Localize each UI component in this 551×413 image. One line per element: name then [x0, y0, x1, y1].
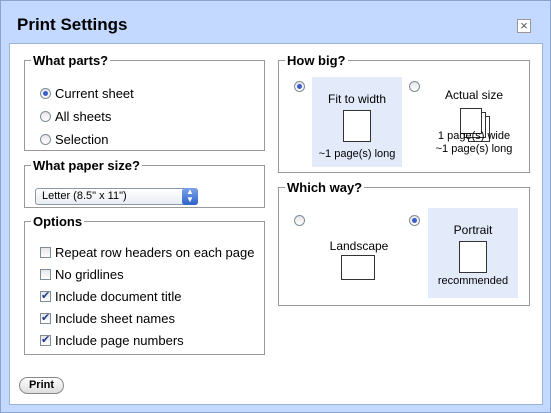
paper-size-select[interactable]: Letter (8.5" x 11") ▲ ▼ — [35, 188, 198, 205]
checkbox-include-page-numbers[interactable]: ✔ Include page numbers — [40, 333, 184, 348]
radio-button-icon[interactable] — [40, 88, 51, 99]
print-button[interactable]: Print — [19, 377, 64, 394]
checkbox-include-document-title[interactable]: ✔ Include document title — [40, 289, 181, 304]
checkbox-include-sheet-names[interactable]: ✔ Include sheet names — [40, 311, 175, 326]
checkbox-label: Include sheet names — [55, 311, 175, 326]
radio-all-sheets[interactable]: All sheets — [40, 109, 111, 124]
radio-label: All sheets — [55, 109, 112, 124]
actual-size-title: Actual size — [444, 88, 504, 102]
radio-selection[interactable]: Selection — [40, 132, 108, 147]
radio-label: Current sheet — [55, 86, 134, 101]
checkbox-label: No gridlines — [55, 267, 124, 282]
chevron-updown-icon[interactable]: ▲ ▼ — [182, 188, 198, 205]
radio-label: Selection — [55, 132, 109, 147]
radio-landscape[interactable] — [294, 215, 305, 226]
portrait-caption: recommended — [437, 275, 509, 287]
portrait-option[interactable]: Portrait recommended — [428, 208, 518, 298]
portrait-title: Portrait — [453, 223, 493, 237]
paper-size-group: What paper size? Letter (8.5" x 11") ▲ ▼ — [24, 158, 265, 208]
dialog-body: What parts? Current sheet All sheets Sel… — [9, 43, 543, 405]
fit-to-width-caption: ~1 page(s) long — [318, 148, 396, 160]
landscape-title: Landscape — [329, 239, 389, 253]
checkbox-label: Include page numbers — [55, 333, 184, 348]
fit-to-width-title: Fit to width — [327, 92, 387, 106]
options-group: Options Repeat row headers on each page … — [24, 214, 265, 355]
actual-size-caption-long: ~1 page(s) long — [435, 143, 513, 155]
which-way-group: Which way? Landscape Portrait recommende… — [278, 180, 530, 306]
checkbox-repeat-row-headers[interactable]: Repeat row headers on each page — [40, 245, 254, 260]
radio-button-icon[interactable] — [40, 134, 51, 145]
paper-size-legend: What paper size? — [33, 158, 140, 173]
checkbox-icon[interactable] — [40, 247, 51, 258]
radio-portrait[interactable] — [409, 215, 420, 226]
options-legend: Options — [33, 214, 83, 229]
page-preview-icon — [343, 110, 371, 142]
which-way-legend: Which way? — [287, 180, 363, 195]
checkbox-icon[interactable] — [40, 269, 51, 280]
checkbox-label: Include document title — [55, 289, 182, 304]
checkbox-no-gridlines[interactable]: No gridlines — [40, 267, 124, 282]
landscape-page-icon — [341, 255, 375, 280]
paper-size-value: Letter (8.5" x 11") — [42, 190, 127, 202]
dialog-title: Print Settings — [17, 15, 128, 34]
fit-to-width-option[interactable]: Fit to width ~1 page(s) long — [312, 77, 402, 167]
what-parts-legend: What parts? — [33, 53, 109, 68]
checkmark-icon[interactable]: ✔ — [40, 291, 51, 302]
checkmark-icon[interactable]: ✔ — [40, 313, 51, 324]
radio-button-icon[interactable] — [40, 111, 51, 122]
what-parts-group: What parts? Current sheet All sheets Sel… — [24, 53, 265, 151]
radio-fit-to-width[interactable] — [294, 81, 305, 92]
how-big-group: How big? Fit to width ~1 page(s) long Ac… — [278, 53, 530, 173]
actual-size-caption-wide: 1 page(s) wide — [437, 130, 511, 142]
how-big-legend: How big? — [287, 53, 346, 68]
radio-current-sheet[interactable]: Current sheet — [40, 86, 134, 101]
print-settings-dialog: Print Settings × What parts? Current she… — [0, 0, 551, 413]
portrait-page-icon — [459, 241, 487, 273]
checkmark-icon[interactable]: ✔ — [40, 335, 51, 346]
close-icon[interactable]: × — [517, 19, 531, 33]
checkbox-label: Repeat row headers on each page — [55, 245, 255, 260]
radio-actual-size[interactable] — [409, 81, 420, 92]
